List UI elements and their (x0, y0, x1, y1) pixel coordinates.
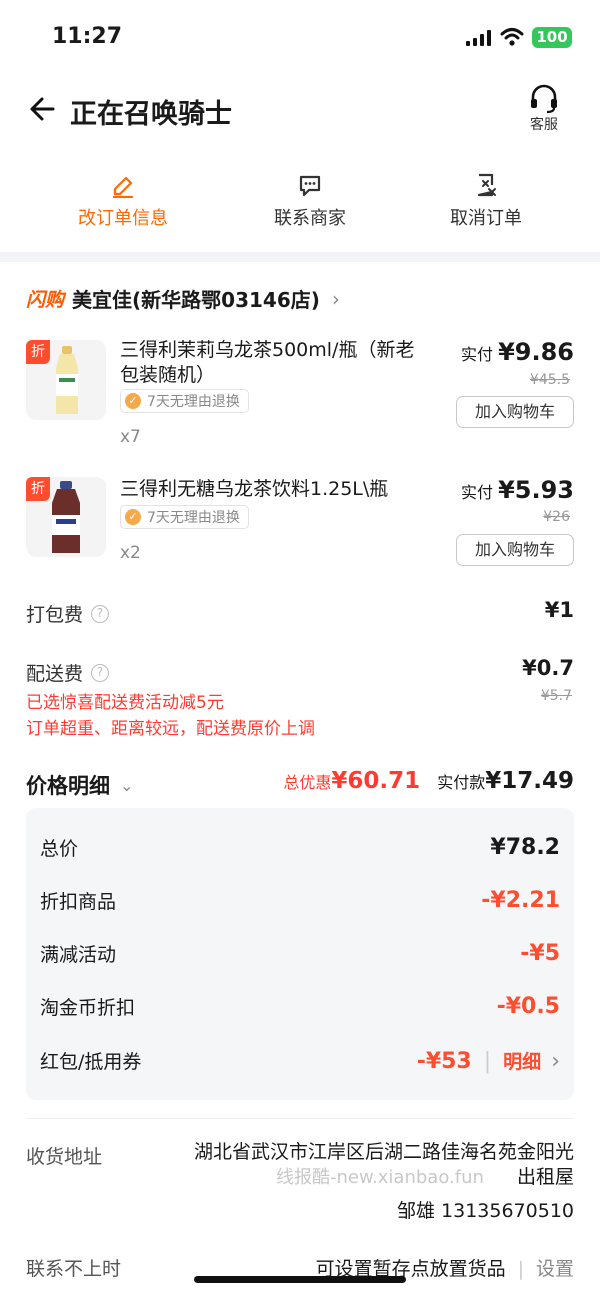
chevron-right-icon[interactable]: › (551, 1049, 560, 1074)
price-row-value: -¥53 | 明细 › (417, 1047, 560, 1074)
product-name[interactable]: 三得利无糖乌龙茶饮料1.25L\瓶 (120, 477, 430, 502)
paid-amount: ¥9.86 (498, 338, 574, 366)
check-icon: ✓ (125, 509, 141, 525)
cancel-document-icon (477, 173, 496, 197)
price-row-value: -¥0.5 (496, 993, 560, 1019)
store-link[interactable]: 闪购 美宜佳(新华路鄂03146店) › (26, 284, 340, 313)
original-price: ¥26 (543, 509, 570, 525)
chat-bubble-icon (299, 175, 321, 197)
delivery-fee-value: ¥0.7 (522, 656, 574, 680)
add-to-cart-button[interactable]: 加入购物车 (456, 534, 574, 566)
delivery-fee-text: 配送费 (26, 663, 84, 685)
store-name: 美宜佳(新华路鄂03146店) (72, 288, 320, 312)
back-arrow-icon[interactable] (26, 94, 56, 124)
paid-label: 实付 (460, 483, 493, 502)
chevron-down-icon: ⌄ (120, 775, 134, 795)
price-row-label: 满减活动 (40, 943, 117, 966)
paid-price: 实付 ¥9.86 (461, 338, 574, 366)
price-row-total: 总价 ¥78.2 (40, 832, 560, 862)
headset-icon (531, 84, 557, 114)
divider (26, 1118, 574, 1119)
total-discount-label: 总优惠 (283, 773, 332, 792)
watermark: 线报酷-new.xianbao.fun (276, 1167, 484, 1188)
page-title: 正在召唤骑士 (70, 99, 232, 130)
cancel-order-label: 取消订单 (450, 208, 522, 229)
flash-buy-tag: 闪购 (26, 289, 65, 311)
price-row-value: ¥78.2 (490, 834, 560, 860)
add-to-cart-button[interactable]: 加入购物车 (456, 396, 574, 428)
price-row-value: -¥2.21 (481, 887, 560, 913)
paid-label: 实付 (460, 345, 493, 364)
edit-order-button[interactable]: 改订单信息 (48, 172, 198, 230)
cancel-order-button[interactable]: 取消订单 (411, 172, 561, 230)
product-name[interactable]: 三得利茉莉乌龙茶500ml/瓶（新老包装随机） (120, 338, 430, 388)
original-price: ¥45.5 (529, 372, 570, 388)
product-quantity: x2 (120, 543, 141, 563)
price-row-coin-discount: 淘金币折扣 -¥0.5 (40, 991, 560, 1021)
return-policy-text: 7天无理由退换 (147, 394, 240, 410)
settings-link[interactable]: 设置 (536, 1258, 574, 1280)
address-label: 收货地址 (26, 1146, 103, 1168)
price-row-label: 总价 (40, 837, 79, 860)
price-row-label: 折扣商品 (40, 890, 117, 913)
divider: | (517, 1258, 524, 1280)
edit-pencil-icon (112, 176, 134, 198)
price-summary: 总优惠¥60.71 实付款¥17.49 (283, 768, 574, 794)
actual-pay-label: 实付款 (437, 773, 486, 792)
contact-merchant-button[interactable]: 联系商家 (235, 172, 385, 230)
price-detail-toggle[interactable]: 价格明细 ⌄ (26, 770, 133, 800)
packing-fee-text: 打包费 (26, 604, 84, 626)
return-policy-badge: ✓ 7天无理由退换 (120, 389, 249, 413)
price-row-full-reduction: 满减活动 -¥5 (40, 938, 560, 968)
packing-fee-value: ¥1 (544, 598, 574, 622)
wifi-icon (500, 28, 524, 46)
delivery-fee-label: 配送费 ? (26, 659, 110, 686)
help-icon[interactable]: ? (91, 604, 110, 623)
total-discount-value: ¥60.71 (331, 768, 421, 794)
divider: | (483, 1048, 492, 1074)
return-policy-text: 7天无理由退换 (147, 510, 240, 526)
coupon-value: -¥53 (416, 1048, 472, 1074)
price-detail-title: 价格明细 (26, 774, 110, 798)
status-time: 11:27 (52, 24, 123, 49)
chevron-right-icon: › (331, 286, 340, 311)
paid-amount: ¥5.93 (498, 476, 574, 504)
price-row-label: 淘金币折扣 (40, 996, 136, 1019)
delivery-promo-note: 已选惊喜配送费活动减5元 (26, 693, 224, 713)
actual-pay-value: ¥17.49 (485, 768, 574, 794)
check-icon: ✓ (125, 393, 141, 409)
edit-order-label: 改订单信息 (78, 208, 168, 229)
help-icon[interactable]: ? (91, 663, 110, 682)
paid-price: 实付 ¥5.93 (461, 476, 574, 504)
price-detail-panel: 总价 ¥78.2 折扣商品 -¥2.21 满减活动 -¥5 淘金币折扣 -¥0.… (26, 808, 574, 1100)
price-row-discount-items: 折扣商品 -¥2.21 (40, 885, 560, 915)
price-row-coupon: 红包/抵用券 -¥53 | 明细 › (40, 1045, 560, 1075)
packing-fee-label: 打包费 ? (26, 600, 110, 627)
delivery-fee-original: ¥5.7 (540, 688, 572, 704)
price-row-value: -¥5 (520, 940, 560, 966)
customer-service-button[interactable]: 客服 (518, 84, 570, 140)
signal-icon (466, 30, 491, 46)
discount-tag: 折 (26, 477, 50, 501)
address-line-1: 湖北省武汉市江岸区后湖二路佳海名苑金阳光 (193, 1141, 574, 1163)
contact-merchant-label: 联系商家 (274, 208, 346, 229)
contact-info: 邹雄 13135670510 (396, 1200, 574, 1222)
price-row-label: 红包/抵用券 (40, 1050, 142, 1073)
discount-tag: 折 (26, 340, 50, 364)
home-indicator[interactable] (194, 1276, 406, 1283)
service-label: 客服 (530, 117, 558, 133)
unreachable-label: 联系不上时 (26, 1258, 122, 1280)
coupon-detail-link[interactable]: 明细 (503, 1051, 541, 1073)
battery-indicator: 100 (532, 27, 572, 48)
return-policy-badge: ✓ 7天无理由退换 (120, 505, 249, 529)
product-quantity: x7 (120, 427, 141, 447)
section-divider (0, 252, 600, 262)
delivery-surcharge-note: 订单超重、距离较远，配送费原价上调 (26, 719, 315, 739)
